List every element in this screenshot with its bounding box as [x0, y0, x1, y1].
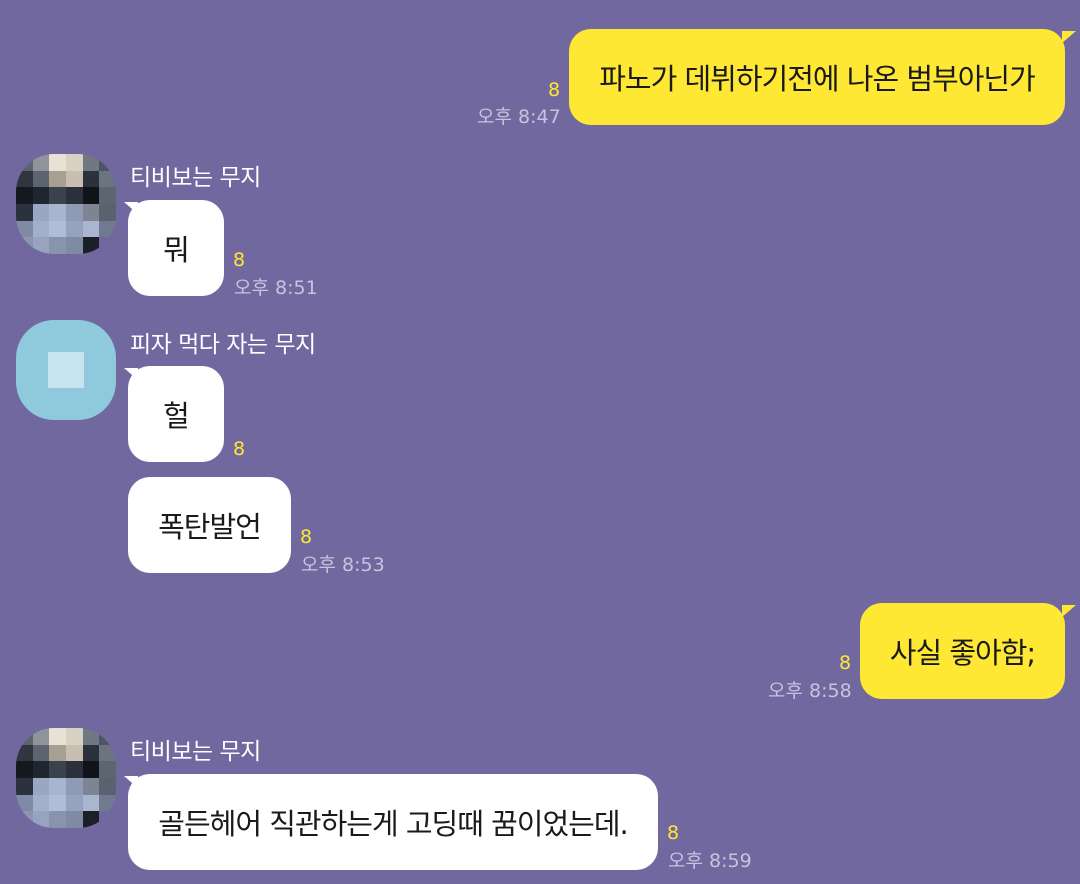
incoming-message-bubble[interactable]: 골든헤어 직관하는게 고딩때 꿈이었는데. — [128, 774, 658, 870]
message-text: 헐 — [163, 399, 190, 433]
sender-avatar[interactable] — [16, 728, 116, 828]
sender-name: 피자 먹다 자는 무지 — [130, 332, 316, 358]
message-text: 골든헤어 직관하는게 고딩때 꿈이었는데. — [158, 807, 628, 841]
sender-avatar[interactable] — [16, 154, 116, 254]
incoming-message-bubble[interactable]: 폭탄발언 — [128, 477, 291, 573]
avatar-mosaic-image — [16, 728, 116, 828]
bubble-tail — [1062, 605, 1076, 617]
message-text: 뭐 — [163, 233, 190, 267]
unread-count: 8 — [300, 526, 313, 548]
unread-count: 8 — [667, 822, 680, 844]
message-timestamp: 오후 8:51 — [234, 277, 318, 299]
unread-count: 8 — [839, 652, 852, 674]
unread-count: 8 — [233, 438, 246, 460]
message-timestamp: 오후 8:53 — [301, 554, 385, 576]
outgoing-message-bubble[interactable]: 파노가 데뷔하기전에 나온 범부아닌가 — [569, 29, 1065, 125]
unread-count: 8 — [548, 79, 561, 101]
outgoing-message-bubble[interactable]: 사실 좋아함; — [860, 603, 1065, 699]
sender-avatar[interactable] — [16, 320, 116, 420]
message-text: 폭탄발언 — [158, 510, 262, 544]
message-text: 파노가 데뷔하기전에 나온 범부아닌가 — [599, 62, 1036, 96]
message-timestamp: 오후 8:58 — [768, 680, 852, 702]
sender-name: 티비보는 무지 — [130, 165, 261, 191]
avatar-mosaic-image — [16, 154, 116, 254]
unread-count: 8 — [233, 249, 246, 271]
bubble-tail — [1062, 31, 1076, 43]
message-text: 사실 좋아함; — [889, 636, 1036, 670]
avatar-placeholder-image — [48, 352, 84, 388]
incoming-message-bubble[interactable]: 뭐 — [128, 200, 224, 296]
incoming-message-bubble[interactable]: 헐 — [128, 366, 224, 462]
sender-name: 티비보는 무지 — [130, 739, 261, 765]
message-timestamp: 오후 8:59 — [668, 850, 752, 872]
message-timestamp: 오후 8:47 — [477, 106, 561, 128]
